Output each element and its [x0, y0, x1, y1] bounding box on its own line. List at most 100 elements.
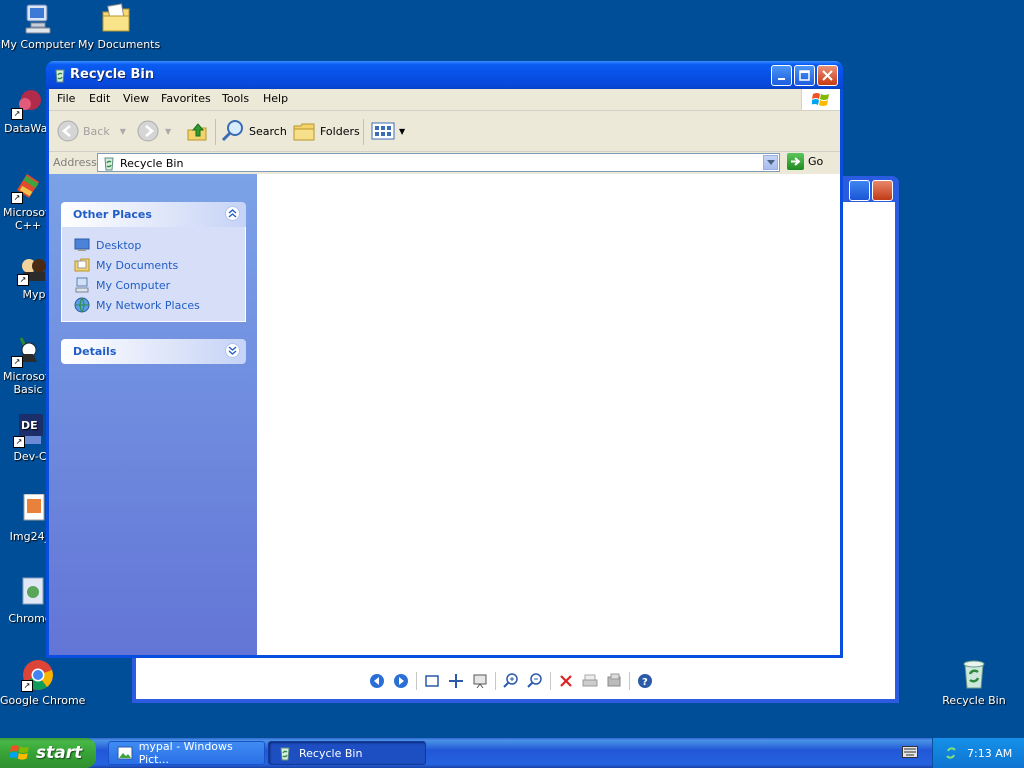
windows-logo-icon — [10, 745, 29, 760]
network-icon — [74, 297, 90, 313]
svg-text:?: ? — [642, 677, 648, 688]
documents-folder-icon — [99, 2, 133, 36]
previous-image-icon[interactable] — [368, 672, 386, 690]
copy-to-icon[interactable] — [605, 672, 623, 690]
toolbar-separator — [416, 672, 417, 690]
back-button[interactable]: Back ▼ — [57, 117, 126, 145]
toolbar-separator — [495, 672, 496, 690]
place-label: My Computer — [96, 278, 171, 292]
place-my-computer[interactable]: My Computer — [62, 275, 245, 295]
back-label: Back — [83, 124, 110, 138]
toolbar-separator — [550, 672, 551, 690]
windows-logo-icon — [801, 89, 840, 110]
back-arrow-icon — [57, 120, 79, 142]
up-folder-button[interactable] — [186, 117, 208, 145]
slideshow-icon[interactable] — [471, 672, 489, 690]
maximize-button[interactable] — [849, 180, 870, 201]
window-client-area: File Edit View Favorites Tools Help Back… — [49, 89, 840, 655]
close-icon — [822, 70, 833, 81]
help-icon[interactable]: ? — [636, 672, 654, 690]
up-folder-icon — [187, 123, 207, 141]
views-button[interactable]: ▼ — [371, 117, 405, 145]
search-button[interactable]: Search — [221, 117, 287, 145]
system-tray: 7:13 AM — [932, 738, 1024, 768]
window-title: Recycle Bin — [70, 67, 155, 82]
standard-toolbar: Back ▼ ▼ Search Folders ▼ — [49, 111, 840, 152]
start-button[interactable]: start — [0, 738, 96, 768]
clock[interactable]: 7:13 AM — [967, 747, 1012, 760]
taskbar-item-label: Recycle Bin — [299, 746, 363, 760]
address-value: Recycle Bin — [120, 157, 184, 170]
recycle-tray-icon[interactable] — [943, 745, 959, 761]
views-icon — [371, 122, 395, 140]
taskbar: start mypal - Windows Pict... Recycle Bi… — [0, 738, 1024, 768]
desktop-icon — [74, 237, 90, 253]
shortcut-arrow-icon: ↗ — [21, 680, 33, 692]
computer-icon — [74, 277, 90, 293]
go-button[interactable]: Go — [787, 153, 823, 170]
keyboard-icon[interactable] — [902, 746, 918, 758]
next-image-icon[interactable] — [392, 672, 410, 690]
place-desktop[interactable]: Desktop — [62, 235, 245, 255]
taskbar-item-recycle-bin[interactable]: Recycle Bin — [268, 741, 426, 765]
menu-help[interactable]: Help — [263, 92, 288, 105]
menu-file[interactable]: File — [57, 92, 75, 105]
close-button[interactable] — [817, 65, 838, 86]
menu-edit[interactable]: Edit — [89, 92, 110, 105]
collapse-icon[interactable] — [225, 206, 240, 221]
other-places-title: Other Places — [73, 208, 152, 221]
taskbar-item-picture-viewer[interactable]: mypal - Windows Pict... — [108, 740, 265, 766]
shortcut-arrow-icon: ↗ — [11, 108, 23, 120]
go-label: Go — [808, 155, 824, 168]
expand-icon[interactable] — [225, 343, 240, 358]
other-places-panel: Other Places Desktop My Documents My Com… — [61, 202, 246, 322]
menu-bar: File Edit View Favorites Tools Help — [49, 89, 840, 111]
desktop-icon-google-chrome[interactable]: ↗ Google Chrome — [0, 658, 85, 707]
svg-text:DE: DE — [21, 419, 38, 432]
forward-arrow-icon — [137, 120, 159, 142]
recycle-bin-window[interactable]: Recycle Bin File Edit View Favorites Too… — [46, 61, 843, 658]
chevron-down-icon: ▼ — [119, 126, 126, 136]
taskbar-item-label: mypal - Windows Pict... — [138, 740, 233, 766]
recycle-bin-icon — [52, 67, 68, 83]
print-icon[interactable] — [581, 672, 599, 690]
shortcut-arrow-icon: ↗ — [11, 356, 23, 368]
desktop-icon-recycle-bin[interactable]: Recycle Bin — [936, 658, 1012, 707]
minimize-icon — [777, 77, 785, 80]
image-file-icon — [15, 493, 49, 528]
chrome-icon: ↗ — [21, 658, 55, 692]
place-my-network-places[interactable]: My Network Places — [62, 295, 245, 315]
maximize-icon — [799, 70, 810, 81]
actual-size-icon[interactable] — [447, 672, 465, 690]
other-places-list: Desktop My Documents My Computer My Netw… — [61, 227, 246, 322]
address-dropdown-button[interactable] — [763, 155, 778, 170]
app-shortcut-icon: ↗ — [11, 86, 45, 120]
search-icon — [221, 120, 243, 142]
forward-button[interactable]: ▼ — [137, 117, 171, 145]
explorer-content: Other Places Desktop My Documents My Com… — [49, 174, 840, 655]
zoom-out-icon[interactable] — [526, 672, 544, 690]
file-list-view[interactable] — [257, 174, 840, 655]
folders-icon — [293, 123, 315, 141]
title-bar[interactable]: Recycle Bin — [46, 61, 843, 89]
desktop-icon-my-documents[interactable]: My Documents — [78, 2, 160, 51]
place-my-documents[interactable]: My Documents — [62, 255, 245, 275]
folders-button[interactable]: Folders — [292, 117, 360, 145]
desktop-icon-my-computer[interactable]: My Computer — [0, 2, 76, 51]
shortcut-arrow-icon: ↗ — [13, 436, 25, 448]
menu-tools[interactable]: Tools — [222, 92, 249, 105]
delete-icon[interactable] — [557, 672, 575, 690]
zoom-in-icon[interactable] — [502, 672, 520, 690]
recycle-bin-icon — [101, 155, 117, 171]
best-fit-icon[interactable] — [423, 672, 441, 690]
address-input[interactable]: Recycle Bin — [97, 153, 780, 172]
other-places-header[interactable]: Other Places — [61, 202, 246, 227]
minimize-button[interactable] — [771, 65, 792, 86]
visual-basic-icon: ↗ — [11, 334, 45, 368]
chevron-down-icon: ▼ — [165, 126, 172, 136]
maximize-button[interactable] — [794, 65, 815, 86]
close-button[interactable] — [872, 180, 893, 201]
menu-favorites[interactable]: Favorites — [161, 92, 211, 105]
details-header[interactable]: Details — [61, 339, 246, 364]
menu-view[interactable]: View — [123, 92, 149, 105]
